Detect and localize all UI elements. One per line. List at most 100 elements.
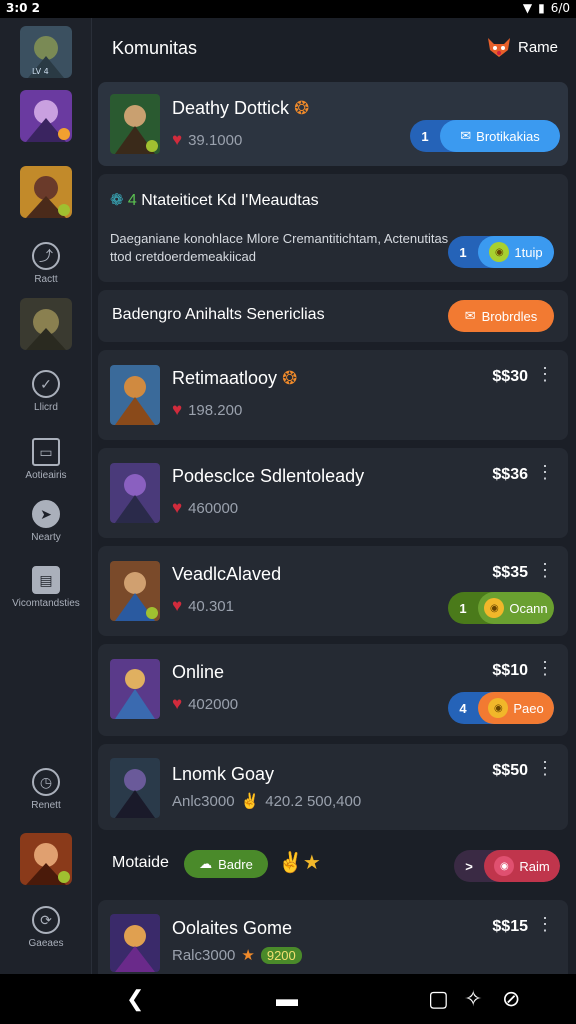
flame-icon: ❂ bbox=[294, 98, 310, 118]
section-header: Badengro Anihalts Senericlias ✉ Brobrdles bbox=[98, 290, 568, 342]
recents-icon[interactable]: ▢ bbox=[428, 986, 449, 1012]
wifi-icon: ▼ bbox=[522, 1, 533, 15]
accessibility-icon[interactable]: ✧ bbox=[464, 986, 482, 1012]
featured-game-card[interactable]: Deathy Dottick ❂ ♥ 39.1000 1 ✉ Brotikakias bbox=[98, 82, 568, 166]
community-card[interactable]: ❁ 4 Ntateiticet Kd I'Meaudtas Daeganiane… bbox=[98, 174, 568, 282]
game-card[interactable]: Oolaites Gome Ralc3000 ★ 9200 $$15 ⋮ bbox=[98, 900, 568, 974]
game-action-button[interactable]: 4 ◉ Paeo bbox=[448, 692, 554, 724]
game-likes: ♥ 460000 bbox=[172, 498, 239, 517]
thumbs-up-icon: ✌ bbox=[240, 793, 260, 810]
coin-icon: ◉ bbox=[484, 598, 505, 618]
game-likes: ♥ 40.301 bbox=[172, 596, 234, 615]
badge-button[interactable]: ☁ Badre bbox=[184, 850, 268, 878]
heart-icon: ♥ bbox=[172, 498, 183, 517]
compass-icon: ➤ bbox=[32, 500, 60, 528]
game-thumbnail bbox=[110, 659, 160, 719]
community-action-button[interactable]: 1 ◉ 1tuip bbox=[448, 236, 554, 268]
game-card[interactable]: Podesclce Sdlentoleady ♥ 460000 $$36 ⋮ bbox=[98, 448, 568, 538]
game-card[interactable]: Lnomk Goay Anlc3000 ✌ 420.2 500,400 $$50 ⋮ bbox=[98, 744, 568, 830]
sidebar-avatar-5[interactable] bbox=[20, 833, 72, 885]
check-icon: ✓ bbox=[32, 370, 60, 398]
game-price: $$10 bbox=[492, 662, 528, 679]
coin-icon: ◉ bbox=[488, 698, 509, 718]
back-icon[interactable]: ❮ bbox=[126, 986, 144, 1012]
link-icon: ⤴ bbox=[32, 242, 60, 270]
sidebar-item-3[interactable]: ▭ Aotieairis bbox=[0, 438, 92, 481]
four-icon: 4 bbox=[127, 192, 137, 209]
battery-text: 6/0 bbox=[550, 1, 570, 15]
sidebar-item-4[interactable]: ➤ Nearty bbox=[0, 500, 92, 543]
game-likes: ♥ 402000 bbox=[172, 694, 239, 713]
game-card[interactable]: VeadlcAlaved ♥ 40.301 $$35 ⋮ 1 ◉ Ocann bbox=[98, 546, 568, 636]
assistant-icon[interactable]: ⊘ bbox=[502, 986, 520, 1012]
game-likes: Ralc3000 ★ 9200 bbox=[172, 946, 302, 964]
folder-icon: ▤ bbox=[32, 566, 60, 594]
navigation-bar: ❮ ▬ ▢ ✧ ⊘ bbox=[0, 974, 576, 1024]
sidebar-avatar-1[interactable]: LV 4 bbox=[20, 26, 72, 78]
thumbs-up-star-icon: ✌★ bbox=[278, 852, 321, 874]
sidebar-item-6[interactable]: ◷ Renett bbox=[0, 768, 92, 811]
sidebar-avatar-4[interactable] bbox=[20, 298, 72, 350]
main-content: Komunitas Rame Deathy Dottick ❂ ♥ 39.1000… bbox=[92, 18, 576, 974]
game-price: $$36 bbox=[492, 466, 528, 483]
more-options-icon[interactable]: ⋮ bbox=[536, 758, 554, 779]
coin-icon: ◉ bbox=[489, 242, 510, 262]
sidebar-item-2[interactable]: ✓ Llicrd bbox=[0, 370, 92, 413]
community-body: Daeganiane konohlace Mlore Cremantiticht… bbox=[110, 231, 449, 264]
game-action-button[interactable]: 1 ◉ Ocann bbox=[448, 592, 554, 624]
settings-icon: ⟳ bbox=[32, 906, 60, 934]
tag-icon: ✉ bbox=[460, 128, 472, 143]
game-thumbnail bbox=[110, 94, 160, 154]
game-card[interactable]: Online ♥ 402000 $$10 ⋮ 4 ◉ Paeo bbox=[98, 644, 568, 736]
battery-icon: ▮ bbox=[538, 1, 545, 15]
page-title: Komunitas bbox=[112, 38, 198, 58]
game-title: VeadlcAlaved bbox=[172, 564, 282, 584]
game-title: Online bbox=[172, 662, 225, 682]
game-price: $$15 bbox=[492, 918, 528, 935]
section-title: Badengro Anihalts Senericlias bbox=[112, 306, 325, 323]
star-icon: ★ bbox=[241, 947, 255, 964]
heart-icon: ♥ bbox=[172, 400, 183, 419]
more-options-icon[interactable]: ⋮ bbox=[536, 914, 554, 935]
game-price: $$30 bbox=[492, 368, 528, 385]
section-button[interactable]: ✉ Brobrdles bbox=[448, 300, 554, 332]
sidebar-item-5[interactable]: ▤ Vicomtandsties bbox=[0, 566, 92, 609]
mutable-action-button[interactable]: > ◉ Raim bbox=[454, 850, 560, 882]
sidebar-item-1[interactable]: ⤴ Ractt bbox=[0, 242, 92, 285]
profile-label: Rame bbox=[517, 38, 558, 56]
game-title: Lnomk Goay bbox=[172, 764, 275, 784]
home-icon[interactable]: ▬ bbox=[276, 986, 298, 1012]
sidebar: LV 4 ⤴ Ractt ✓ Llicrd ▭ Aotieairis ➤ Nea… bbox=[0, 18, 92, 974]
monitor-icon: ▭ bbox=[32, 438, 60, 466]
mutable-row: Motaide ☁ Badre ✌★ > ◉ Raim bbox=[98, 836, 568, 896]
sidebar-item-7[interactable]: ⟳ Gaeaes bbox=[0, 906, 92, 949]
featured-title: Deathy Dottick ❂ bbox=[172, 98, 310, 118]
status-bar: 3:0 2 ▼ ▮ 6/0 bbox=[0, 0, 576, 18]
cloud-icon: ☁ bbox=[199, 856, 213, 871]
game-likes: ♥ 198.200 bbox=[172, 400, 243, 419]
sidebar-avatar-3[interactable] bbox=[20, 166, 72, 218]
more-options-icon[interactable]: ⋮ bbox=[536, 560, 554, 581]
svg-text:LV 4: LV 4 bbox=[32, 67, 49, 76]
game-likes: Anlc3000 ✌ 420.2 500,400 bbox=[172, 792, 362, 811]
more-options-icon[interactable]: ⋮ bbox=[536, 364, 554, 385]
game-card[interactable]: Retimaatlooy ❂ ♥ 198.200 $$30 ⋮ bbox=[98, 350, 568, 440]
profile-button[interactable]: Rame bbox=[486, 36, 558, 58]
game-title: Retimaatlooy ❂ bbox=[172, 368, 298, 388]
featured-action-button[interactable]: 1 ✉ Brotikakias bbox=[410, 120, 560, 152]
game-price: $$50 bbox=[492, 762, 528, 779]
heart-icon: ♥ bbox=[172, 596, 183, 615]
flame-icon: ❂ bbox=[282, 368, 298, 388]
community-title: ❁ 4 Ntateiticet Kd I'Meaudtas bbox=[110, 192, 319, 209]
game-thumbnail bbox=[110, 561, 160, 621]
game-title: Podesclce Sdlentoleady bbox=[172, 466, 365, 486]
more-options-icon[interactable]: ⋮ bbox=[536, 462, 554, 483]
clock-icon: ◷ bbox=[32, 768, 60, 796]
game-thumbnail bbox=[110, 463, 160, 523]
coin-icon: ◉ bbox=[494, 856, 515, 876]
sidebar-avatar-2[interactable] bbox=[20, 90, 72, 142]
game-title: Oolaites Gome bbox=[172, 918, 293, 938]
game-thumbnail bbox=[110, 365, 160, 425]
more-options-icon[interactable]: ⋮ bbox=[536, 658, 554, 679]
featured-likes: ♥ 39.1000 bbox=[172, 130, 243, 149]
